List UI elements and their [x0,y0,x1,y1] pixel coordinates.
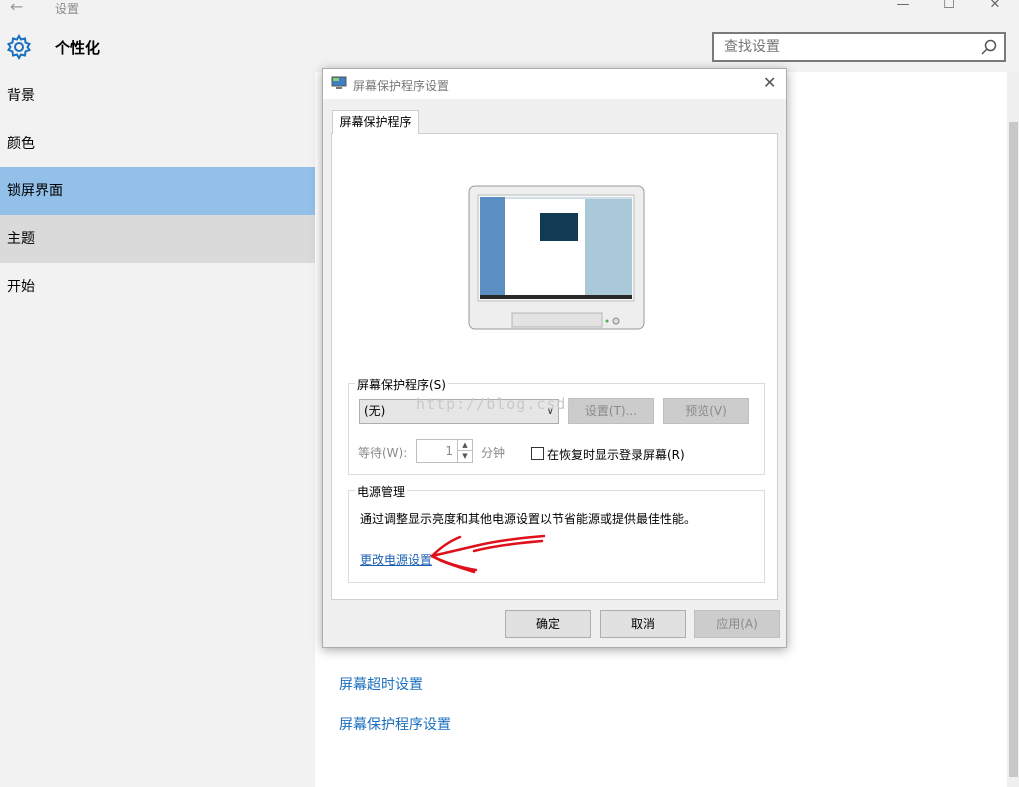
change-power-settings-link[interactable]: 更改电源设置 [360,551,432,568]
sidebar: 背景 颜色 锁屏界面 主题 开始 [0,72,315,787]
tab-screensaver[interactable]: 屏幕保护程序 [332,110,419,134]
wait-label: 等待(W): [358,446,408,460]
apply-button[interactable]: 应用(A) [694,610,780,638]
display-icon [331,76,347,89]
resume-login-label[interactable]: 在恢复时显示登录屏幕(R) [547,446,685,463]
tab-panel: 屏幕保护程序(S) (无) ∨ 设置(T)... 预览(V) 等待(W): 1 … [331,133,778,600]
wait-unit-label: 分钟 [481,446,506,460]
cancel-button[interactable]: 取消 [600,610,686,638]
dialog-title: 屏幕保护程序设置 [353,79,450,93]
settings-button[interactable]: 设置(T)... [568,398,654,424]
screen-timeout-settings-link[interactable]: 屏幕超时设置 [339,674,423,694]
minimize-button[interactable]: — [880,0,926,19]
title-bar: ← 设置 — ☐ ✕ [0,0,1019,22]
screensaver-settings-link[interactable]: 屏幕保护程序设置 [339,714,451,734]
sidebar-item-background[interactable]: 背景 [0,72,315,120]
wait-stepper[interactable]: 1 ▲ ▼ [416,439,473,463]
watermark: http://blog.csdn [416,395,577,413]
page-header: 个性化 [0,22,1019,72]
back-arrow-icon[interactable]: ← [10,0,23,16]
ok-button[interactable]: 确定 [505,610,591,638]
page-title: 个性化 [55,39,101,57]
power-group-label: 电源管理 [355,483,408,500]
preview-button[interactable]: 预览(V) [663,398,749,424]
screensaver-selected-value: (无) [364,404,386,418]
search-input[interactable] [714,34,976,60]
sidebar-item-start[interactable]: 开始 [0,263,315,311]
search-box[interactable] [712,32,1006,62]
scrollbar[interactable] [1007,72,1019,787]
screensaver-group-label: 屏幕保护程序(S) [355,376,448,393]
spin-down-icon[interactable]: ▼ [457,451,472,462]
power-management-group: 电源管理 通过调整显示亮度和其他电源设置以节省能源或提供最佳性能。 更改电源设置 [348,483,765,583]
monitor-preview-icon [468,185,645,330]
spin-up-icon[interactable]: ▲ [457,440,472,451]
wait-value[interactable]: 1 [417,440,457,462]
power-description: 通过调整显示亮度和其他电源设置以节省能源或提供最佳性能。 [360,512,697,526]
close-window-button[interactable]: ✕ [972,0,1018,19]
sidebar-item-lock-screen[interactable]: 锁屏界面 [0,167,315,215]
dialog-title-bar: 屏幕保护程序设置 ✕ [323,69,786,99]
scrollbar-thumb[interactable] [1009,122,1018,777]
resume-login-checkbox[interactable] [531,447,544,460]
search-icon[interactable] [980,38,998,56]
maximize-button[interactable]: ☐ [926,0,972,19]
dialog-close-icon[interactable]: ✕ [763,73,776,92]
app-title: 设置 [55,2,80,16]
sidebar-item-colors[interactable]: 颜色 [0,120,315,168]
screensaver-dialog: 屏幕保护程序设置 ✕ 屏幕保护程序 屏幕保护程序(S) (无) ∨ 设置(T).… [322,68,787,648]
sidebar-item-themes[interactable]: 主题 [0,215,315,263]
settings-gear-icon [6,34,32,60]
